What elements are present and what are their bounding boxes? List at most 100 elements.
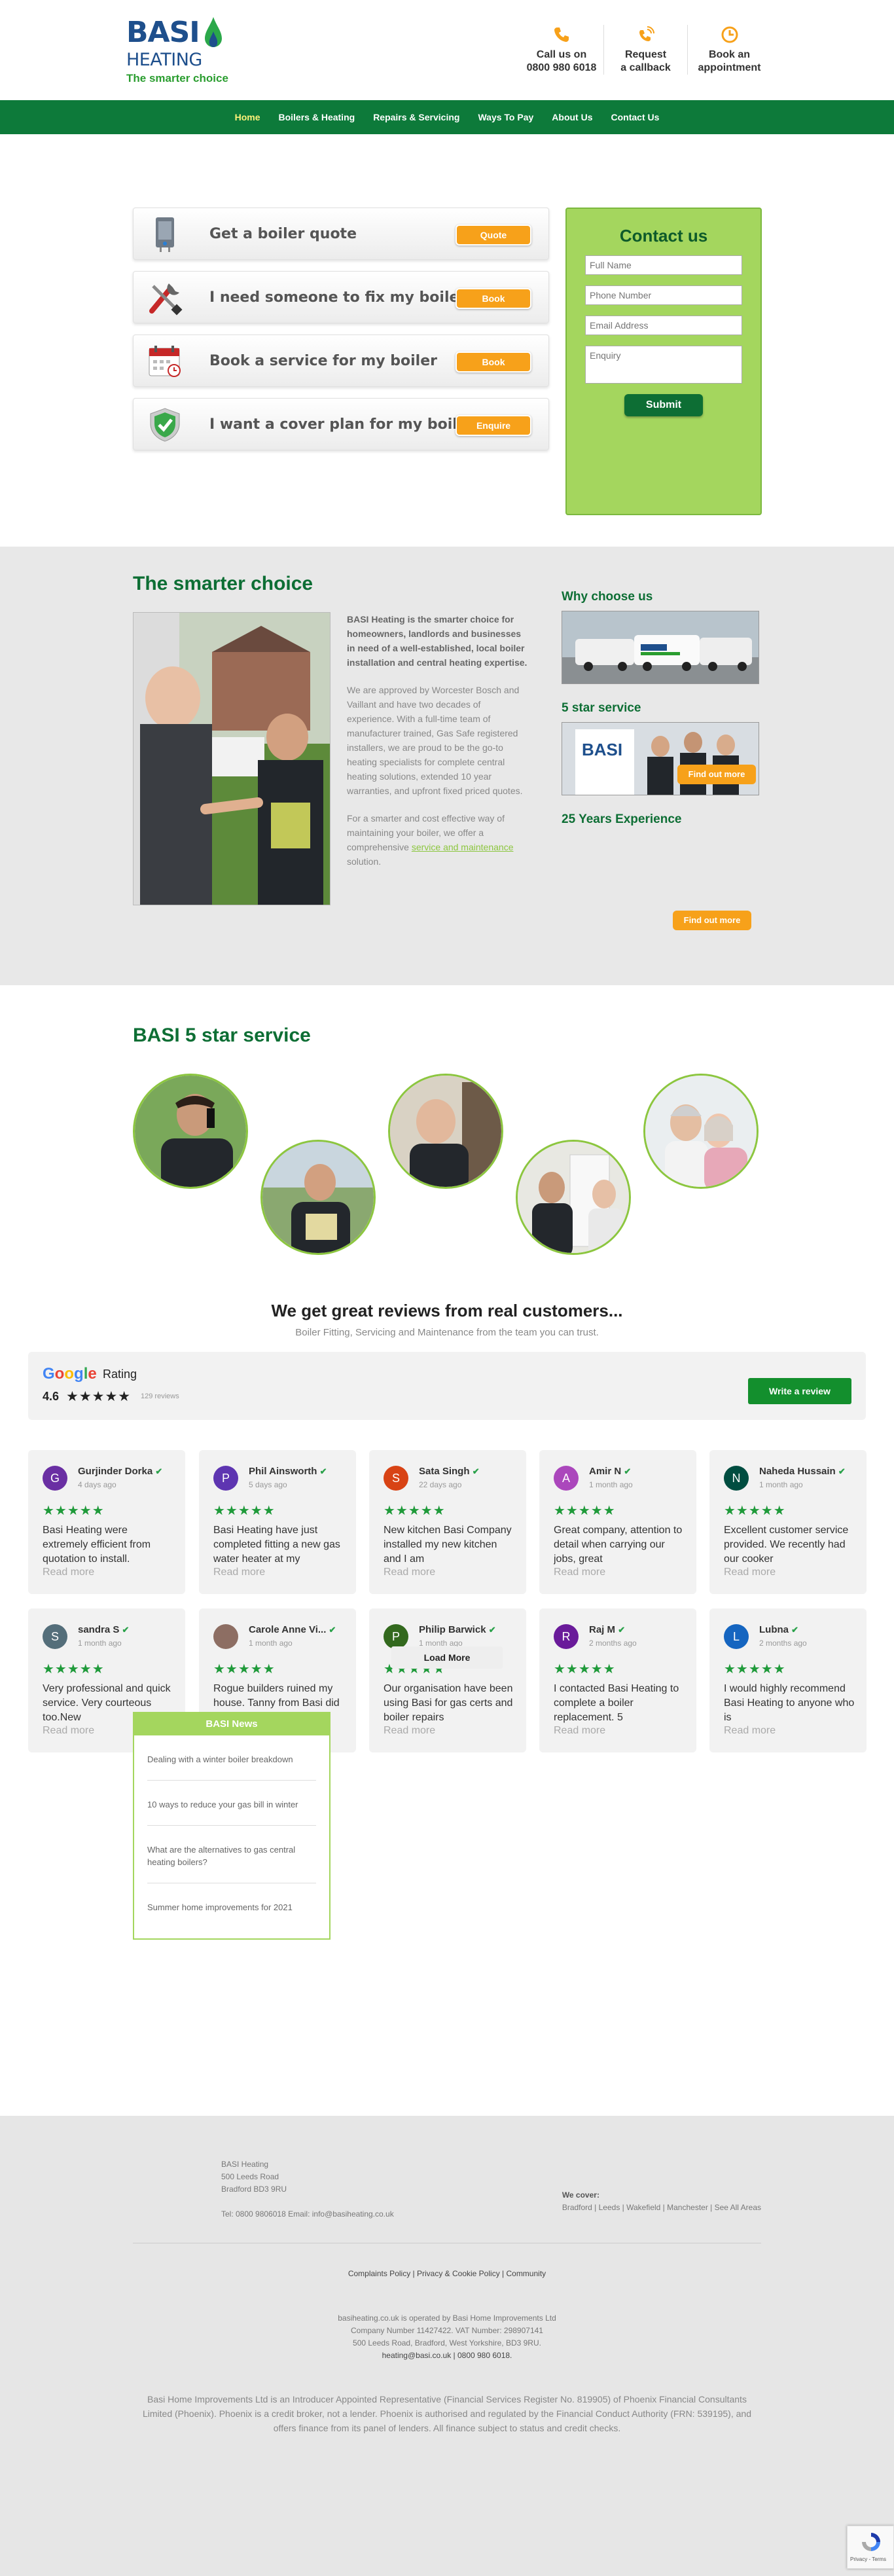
- review-stars: ★★★★★: [43, 1504, 105, 1518]
- quote-button[interactable]: Quote: [456, 225, 531, 245]
- call-us-link[interactable]: Call us on 0800 980 6018: [520, 25, 603, 75]
- reviewer-name: Sata Singh ✔: [419, 1466, 517, 1477]
- nav-about-us[interactable]: About Us: [543, 112, 601, 122]
- header-contacts: Call us on 0800 980 6018 Request a callb…: [520, 25, 771, 75]
- cover-label: We cover:: [562, 2190, 599, 2200]
- recaptcha-links[interactable]: Privacy - Terms: [850, 2556, 886, 2562]
- boiler-icon: [156, 217, 174, 252]
- recaptcha-badge[interactable]: Privacy - Terms: [847, 2526, 894, 2569]
- shield-check-icon: [150, 408, 180, 442]
- review-card[interactable]: L Lubna ✔ 2 months ago ★★★★★ I would highly …: [709, 1608, 867, 1752]
- main-nav: Home Boilers & Heating Repairs & Servici…: [0, 100, 894, 134]
- book-repair-button[interactable]: Book: [456, 288, 531, 309]
- fix-boiler-card[interactable]: I need someone to fix my boiler Book: [133, 271, 549, 323]
- reviewer-name: Gurjinder Dorka ✔: [78, 1466, 176, 1477]
- smarter-text: BASI Heating is the smarter choice for h…: [347, 612, 530, 882]
- cover-areas-links[interactable]: Bradford | Leeds | Wakefield | Mancheste…: [562, 2202, 761, 2214]
- reviewer-avatar: P: [384, 1624, 408, 1649]
- smarter-service-paragraph: For a smarter and cost effective way of …: [347, 811, 530, 869]
- review-card[interactable]: P Philip Barwick ✔ 1 month ago ★★★★★ Our org…: [369, 1608, 526, 1752]
- service-text-b: solution.: [347, 856, 382, 867]
- news-item[interactable]: What are the alternatives to gas central…: [147, 1826, 316, 1883]
- cover-plan-card[interactable]: I want a cover plan for my boiler Enquir…: [133, 398, 549, 450]
- full-name-input[interactable]: [585, 255, 742, 275]
- read-more-link[interactable]: Read more: [384, 1725, 435, 1737]
- footer-company: BASI Heating: [221, 2160, 269, 2169]
- read-more-link[interactable]: Read more: [724, 1725, 776, 1737]
- write-review-button[interactable]: Write a review: [748, 1378, 851, 1404]
- read-more-link[interactable]: Read more: [384, 1567, 435, 1578]
- footer-contact-line[interactable]: Tel: 0800 9806018 Email: info@basiheatin…: [221, 2208, 394, 2221]
- reviewer-name: Amir N ✔: [589, 1466, 687, 1477]
- review-card[interactable]: N Naheda Hussain ✔ 1 month ago ★★★★★ Excelle…: [709, 1450, 867, 1594]
- nav-contact-us[interactable]: Contact Us: [602, 112, 669, 122]
- reviewer-avatar: S: [384, 1466, 408, 1491]
- read-more-link[interactable]: Read more: [724, 1567, 776, 1578]
- review-time: 2 months ago: [589, 1639, 637, 1648]
- load-more-button[interactable]: Load More: [391, 1646, 503, 1669]
- review-card[interactable]: G Gurjinder Dorka ✔ 4 days ago ★★★★★ Basi He…: [28, 1450, 185, 1594]
- review-time: 1 month ago: [759, 1480, 803, 1489]
- enquiry-textarea[interactable]: [585, 346, 742, 384]
- callback-label: a callback: [620, 62, 671, 73]
- read-more-link[interactable]: Read more: [213, 1567, 265, 1578]
- nav-ways-to-pay[interactable]: Ways To Pay: [469, 112, 543, 122]
- recaptcha-icon: [862, 2533, 880, 2551]
- nav-repairs-servicing[interactable]: Repairs & Servicing: [364, 112, 469, 122]
- review-card[interactable]: R Raj M ✔ 2 months ago ★★★★★ I contacted Bas…: [539, 1608, 696, 1752]
- book-appointment-link[interactable]: Book an appointment: [687, 25, 771, 75]
- book-service-button[interactable]: Book: [456, 352, 531, 372]
- phone-icon: [554, 27, 569, 42]
- five-star-heading: BASI 5 star service: [133, 1025, 311, 1046]
- review-text: Great company, attention to detail when …: [554, 1525, 683, 1565]
- legal-contact[interactable]: heating@basi.co.uk | 0800 980 6018.: [0, 2349, 894, 2362]
- read-more-link[interactable]: Read more: [554, 1567, 605, 1578]
- basi-logo[interactable]: BASI HEATING The smarter choice: [126, 16, 238, 88]
- team-photo: BASI Find out more: [562, 722, 759, 795]
- reviews-heading: We get great reviews from real customers…: [271, 1301, 623, 1320]
- read-more-link[interactable]: Read more: [43, 1567, 94, 1578]
- reviewer-name-text: sandra S: [78, 1624, 120, 1635]
- read-more-link[interactable]: Read more: [554, 1725, 605, 1737]
- request-callback-link[interactable]: Request a callback: [603, 25, 687, 75]
- reviewer-name-text: Sata Singh: [419, 1466, 470, 1477]
- review-text: I would highly recommend Basi Heating to…: [724, 1683, 855, 1723]
- review-text: Excellent customer service provided. We …: [724, 1525, 849, 1565]
- news-item[interactable]: Dealing with a winter boiler breakdown: [147, 1735, 316, 1781]
- review-card[interactable]: S Sata Singh ✔ 22 days ago ★★★★★ New kitchen…: [369, 1450, 526, 1594]
- book-an-label: Book an: [708, 49, 751, 60]
- review-card[interactable]: A Amir N ✔ 1 month ago ★★★★★ Great company, …: [539, 1450, 696, 1594]
- verified-icon: ✔: [838, 1466, 846, 1476]
- engineer-phone-photo: [133, 1074, 248, 1189]
- svg-text:BASI: BASI: [582, 740, 622, 759]
- book-service-card[interactable]: Book a service for my boiler Book: [133, 335, 549, 387]
- boiler-quote-card[interactable]: Get a boiler quote Quote: [133, 208, 549, 260]
- news-title: BASI News: [134, 1713, 329, 1735]
- service-maintenance-link[interactable]: service and maintenance: [412, 842, 514, 852]
- read-more-link[interactable]: Read more: [43, 1725, 94, 1737]
- find-out-more-button[interactable]: Find out more: [677, 765, 756, 784]
- review-stars: ★★★★★: [213, 1662, 276, 1677]
- footer-policy-links[interactable]: Complaints Policy | Privacy & Cookie Pol…: [0, 2268, 894, 2280]
- smarter-title: The smarter choice: [133, 573, 313, 594]
- news-item[interactable]: 10 ways to reduce your gas bill in winte…: [147, 1781, 316, 1826]
- email-input[interactable]: [585, 316, 742, 335]
- reviewer-name-text: Naheda Hussain: [759, 1466, 836, 1477]
- reviewer-name-text: Carole Anne Vi...: [249, 1624, 327, 1635]
- review-stars: ★★★★★: [724, 1662, 786, 1677]
- smarter-intro: BASI Heating is the smarter choice for h…: [347, 614, 527, 668]
- reviewer-name-text: Phil Ainsworth: [249, 1466, 317, 1477]
- footer-city: Bradford BD3 9RU: [221, 2185, 287, 2194]
- phone-input[interactable]: [585, 285, 742, 305]
- submit-button[interactable]: Submit: [624, 394, 703, 416]
- enquire-button[interactable]: Enquire: [456, 415, 531, 436]
- review-card[interactable]: P Phil Ainsworth ✔ 5 days ago ★★★★★ Basi Hea…: [199, 1450, 356, 1594]
- finance-disclaimer: Basi Home Improvements Ltd is an Introdu…: [143, 2394, 751, 2433]
- nav-boilers-heating[interactable]: Boilers & Heating: [269, 112, 364, 122]
- review-text: I contacted Basi Heating to complete a b…: [554, 1683, 679, 1723]
- find-out-more-button-2[interactable]: Find out more: [673, 911, 751, 930]
- contact-title: Contact us: [619, 226, 708, 245]
- news-item[interactable]: Summer home improvements for 2021: [147, 1883, 316, 1928]
- nav-home[interactable]: Home: [226, 112, 270, 122]
- review-count[interactable]: 129 reviews: [141, 1392, 179, 1400]
